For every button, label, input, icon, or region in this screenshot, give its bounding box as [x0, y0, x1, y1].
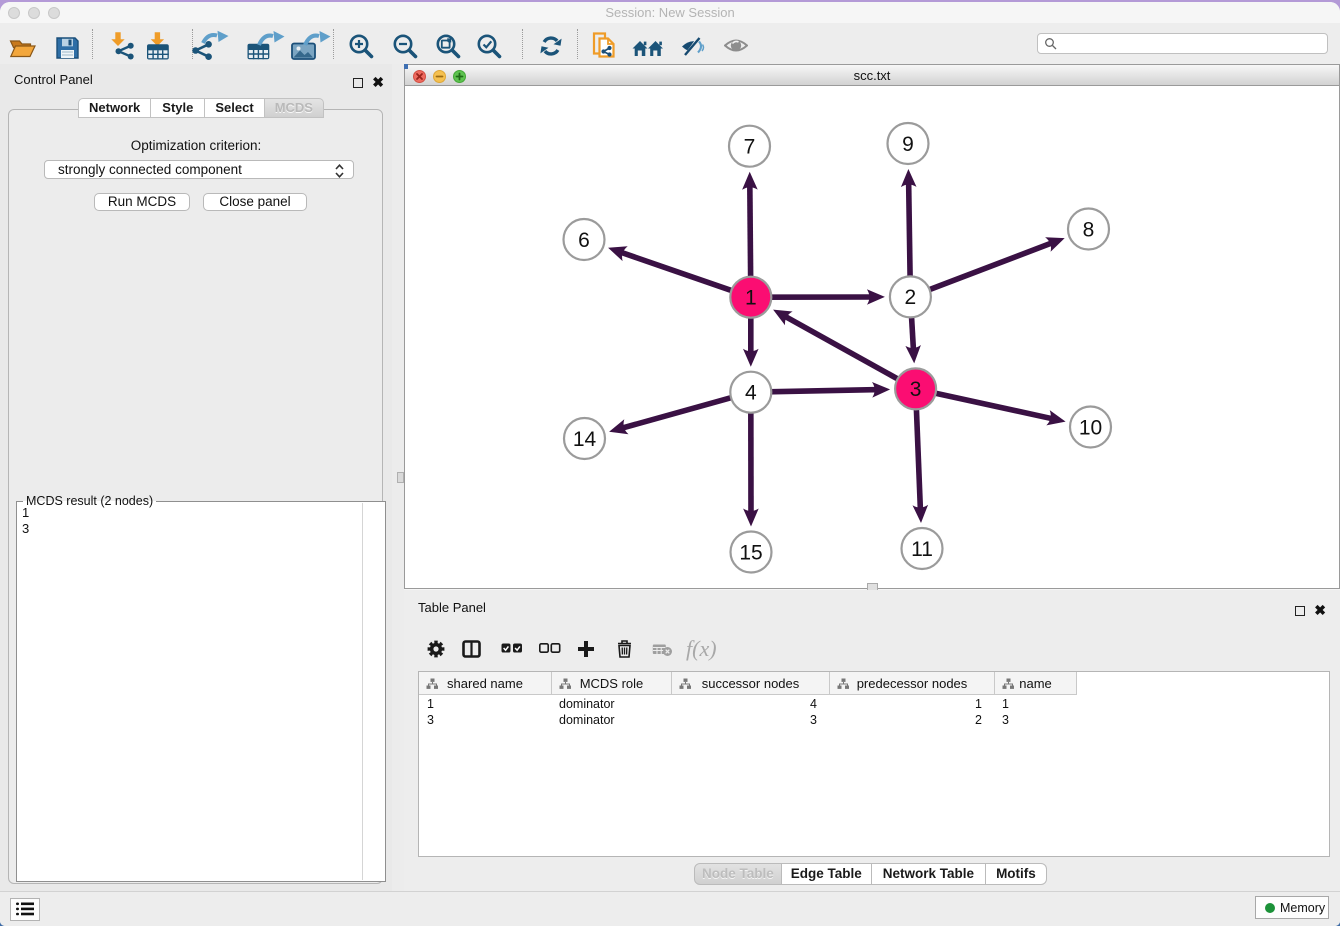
svg-text:2: 2 [905, 286, 917, 309]
svg-text:4: 4 [745, 382, 757, 405]
svg-text:1: 1 [745, 287, 757, 310]
svg-text:f(x): f(x) [686, 636, 717, 661]
svg-text:15: 15 [739, 541, 762, 564]
svg-text:9: 9 [902, 133, 914, 156]
svg-text:6: 6 [578, 229, 590, 252]
svg-text:7: 7 [744, 136, 756, 159]
svg-text:11: 11 [911, 538, 933, 561]
svg-text:10: 10 [1079, 416, 1102, 439]
svg-text:8: 8 [1083, 218, 1095, 241]
svg-text:14: 14 [573, 428, 597, 451]
svg-text:3: 3 [910, 378, 922, 401]
